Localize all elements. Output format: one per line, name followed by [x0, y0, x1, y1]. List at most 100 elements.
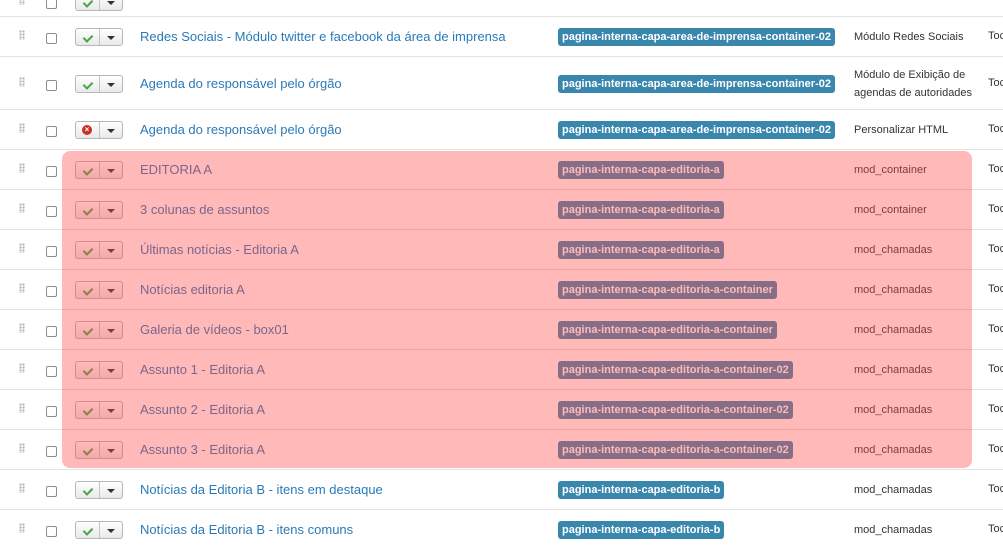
caret-down-icon	[107, 289, 116, 293]
actions-dropdown-button[interactable]	[100, 482, 122, 498]
row-checkbox[interactable]	[46, 326, 57, 337]
row-checkbox[interactable]	[46, 166, 57, 177]
status-button-group	[75, 481, 123, 499]
module-title-link[interactable]: Últimas notícias - Editoria A	[140, 242, 299, 257]
row-checkbox[interactable]	[46, 526, 57, 537]
position-badge: pagina-interna-capa-editoria-b	[558, 521, 725, 539]
check-icon	[82, 165, 94, 176]
row-checkbox[interactable]	[46, 486, 57, 497]
row-checkbox[interactable]	[46, 33, 57, 44]
status-button-group	[75, 28, 123, 46]
actions-dropdown-button[interactable]	[100, 362, 122, 378]
actions-dropdown-button[interactable]	[100, 402, 122, 418]
published-toggle-button[interactable]	[76, 162, 101, 178]
module-title-link[interactable]: Agenda do responsável pelo órgão	[140, 76, 342, 91]
row-checkbox[interactable]	[46, 0, 57, 9]
drag-handle-icon[interactable]	[19, 323, 25, 333]
check-icon	[82, 245, 94, 256]
drag-handle-icon[interactable]	[19, 0, 25, 5]
module-type: mod_chamadas	[854, 324, 933, 336]
module-title-link[interactable]: Galeria de vídeos - box01	[140, 322, 289, 337]
row-checkbox[interactable]	[46, 126, 57, 137]
published-toggle-button[interactable]	[76, 75, 101, 92]
published-toggle-button[interactable]	[76, 29, 101, 45]
module-title-link[interactable]: 3 colunas de assuntos	[140, 202, 269, 217]
drag-handle-icon[interactable]	[19, 483, 25, 493]
published-toggle-button[interactable]	[76, 482, 101, 498]
actions-dropdown-button[interactable]	[100, 122, 122, 138]
module-title-link[interactable]: Notícias editoria A	[140, 282, 245, 297]
actions-dropdown-button[interactable]	[100, 202, 122, 218]
check-icon	[82, 285, 94, 296]
actions-dropdown-button[interactable]	[100, 242, 122, 258]
drag-handle-icon[interactable]	[19, 523, 25, 533]
module-title-link[interactable]: Agenda do responsável pelo órgão	[140, 122, 342, 137]
check-icon	[82, 405, 94, 416]
module-type: mod_chamadas	[854, 244, 933, 256]
published-toggle-button[interactable]	[76, 202, 101, 218]
row-checkbox[interactable]	[46, 286, 57, 297]
module-title-link[interactable]: EDITORIA A	[140, 162, 212, 177]
drag-handle-icon[interactable]	[19, 283, 25, 293]
check-icon	[82, 485, 94, 496]
row-checkbox[interactable]	[46, 366, 57, 377]
drag-handle-icon[interactable]	[19, 443, 25, 453]
position-badge: pagina-interna-capa-area-de-imprensa-con…	[558, 74, 835, 93]
module-type: mod_chamadas	[854, 524, 933, 536]
status-button-group	[75, 321, 123, 339]
access-level: Toc	[988, 523, 1003, 535]
status-button-group	[75, 281, 123, 299]
drag-handle-icon[interactable]	[19, 76, 25, 87]
published-toggle-button[interactable]	[76, 282, 101, 298]
access-level: Toc	[988, 203, 1003, 215]
row-checkbox[interactable]	[46, 206, 57, 217]
access-level: Toc	[988, 283, 1003, 295]
module-title-link[interactable]: Notícias da Editoria B - itens comuns	[140, 522, 353, 537]
published-toggle-button[interactable]	[76, 362, 101, 378]
module-title-link[interactable]: Redes Sociais - Módulo twitter e faceboo…	[140, 29, 506, 44]
actions-dropdown-button[interactable]	[100, 322, 122, 338]
module-title-link[interactable]: Notícias da Editoria B - itens em destaq…	[140, 482, 383, 497]
module-title-link[interactable]: Assunto 2 - Editoria A	[140, 402, 265, 417]
drag-handle-icon[interactable]	[19, 123, 25, 133]
drag-handle-icon[interactable]	[19, 403, 25, 413]
module-type: mod_chamadas	[854, 284, 933, 296]
table-row: Notícias da Editoria B - itens comuns pag…	[0, 509, 1003, 550]
caret-down-icon	[107, 209, 116, 213]
table-row: Galeria de vídeos - box01 pagina-interna-…	[0, 309, 1003, 350]
table-row	[0, 0, 1003, 17]
actions-dropdown-button[interactable]	[100, 282, 122, 298]
row-checkbox[interactable]	[46, 406, 57, 417]
status-button-group	[75, 361, 123, 379]
unpublished-toggle-button[interactable]: ×	[76, 122, 101, 138]
published-toggle-button[interactable]	[76, 242, 101, 258]
module-type: mod_container	[854, 164, 927, 176]
actions-dropdown-button[interactable]	[100, 29, 122, 45]
actions-dropdown-button[interactable]	[100, 162, 122, 178]
actions-dropdown-button[interactable]	[100, 442, 122, 458]
status-button-group	[75, 161, 123, 179]
check-icon	[82, 325, 94, 336]
actions-dropdown-button[interactable]	[100, 76, 122, 92]
drag-handle-icon[interactable]	[19, 163, 25, 173]
published-toggle-button[interactable]	[76, 0, 101, 10]
drag-handle-icon[interactable]	[19, 203, 25, 213]
row-checkbox[interactable]	[46, 246, 57, 257]
check-icon	[82, 78, 94, 90]
row-checkbox[interactable]	[46, 79, 57, 91]
published-toggle-button[interactable]	[76, 322, 101, 338]
module-title-link[interactable]: Assunto 3 - Editoria A	[140, 442, 265, 457]
check-icon	[82, 0, 94, 8]
published-toggle-button[interactable]	[76, 402, 101, 418]
caret-down-icon	[107, 1, 116, 5]
actions-dropdown-button[interactable]	[100, 0, 122, 10]
drag-handle-icon[interactable]	[19, 363, 25, 373]
drag-handle-icon[interactable]	[19, 243, 25, 253]
module-title-link[interactable]: Assunto 1 - Editoria A	[140, 362, 265, 377]
table-row: Assunto 3 - Editoria A pagina-interna-cap…	[0, 429, 1003, 470]
unpublished-icon: ×	[82, 125, 92, 135]
row-checkbox[interactable]	[46, 446, 57, 457]
published-toggle-button[interactable]	[76, 442, 101, 458]
module-type: mod_chamadas	[854, 444, 933, 456]
drag-handle-icon[interactable]	[19, 30, 25, 40]
